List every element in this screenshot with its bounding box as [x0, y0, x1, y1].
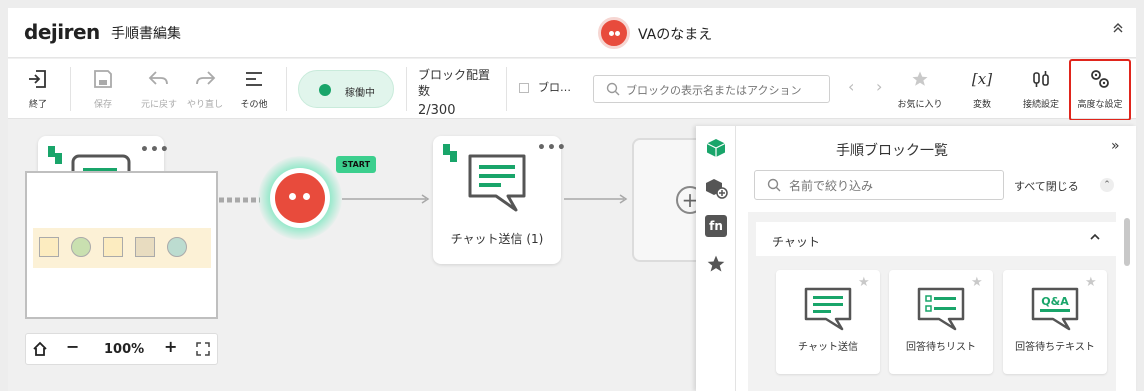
- favorites-button[interactable]: お気に入り: [895, 67, 945, 110]
- category-header[interactable]: チャット: [756, 222, 1116, 256]
- tab-custom-blocks[interactable]: [696, 170, 736, 206]
- category-label: チャット: [772, 235, 820, 249]
- prev-arrow-icon[interactable]: ‹: [848, 77, 854, 96]
- collapse-panel-icon[interactable]: »: [1111, 138, 1120, 154]
- chat-bubble-icon: [804, 287, 852, 331]
- block-card-chat-send[interactable]: ★ チャット送信: [776, 270, 880, 374]
- node-menu-icon[interactable]: •••: [537, 140, 567, 156]
- svg-text:Q&A: Q&A: [1041, 295, 1069, 308]
- save-icon: [83, 67, 123, 91]
- search-icon: [606, 82, 620, 96]
- exit-icon: [18, 67, 58, 91]
- block-search-input[interactable]: [626, 80, 826, 100]
- toolbar: 終了 保存 元に戻す やり直し その他 稼働中 ブロック配置数 2/300 ブロ…: [8, 59, 1136, 121]
- favorite-star-icon[interactable]: ★: [971, 275, 983, 290]
- undo-button[interactable]: 元に戻す: [139, 67, 179, 110]
- divider: [70, 67, 71, 111]
- tab-functions[interactable]: fn: [696, 208, 736, 244]
- chevron-up-icon[interactable]: ⌃: [1100, 178, 1114, 192]
- block-label: チャット送信: [798, 342, 858, 353]
- variables-label: 変数: [972, 100, 991, 110]
- redo-button[interactable]: やり直し: [185, 67, 225, 110]
- tab-blocks[interactable]: [696, 130, 736, 166]
- exit-button[interactable]: 終了: [18, 67, 58, 110]
- start-tag: START: [336, 156, 377, 173]
- block-search-field[interactable]: [593, 75, 830, 103]
- favorite-star-icon[interactable]: ★: [858, 275, 870, 290]
- block-count-label: ブロック配置数: [418, 68, 491, 98]
- panel-search-input[interactable]: [789, 176, 989, 196]
- star-icon: [895, 67, 945, 91]
- block-count-value: 2/300: [418, 103, 456, 118]
- filter-checkbox-label: ブロ…: [538, 81, 571, 94]
- block-label: 回答待ちリスト: [906, 342, 976, 353]
- block-card-answer-text[interactable]: ★ Q&A 回答待ちテキスト: [1003, 270, 1107, 374]
- tab-favorites[interactable]: [696, 246, 736, 282]
- favorites-label: お気に入り: [897, 100, 943, 110]
- redo-icon: [185, 67, 225, 91]
- highlight-frame: [1069, 59, 1131, 121]
- cube-plus-icon: [706, 179, 728, 199]
- dejiren-logo-icon: [443, 144, 457, 162]
- block-panel: fn 手順ブロック一覧 » すべて閉じる ⌃ チャット ★ チャット送: [696, 126, 1136, 391]
- star-icon: [707, 255, 725, 272]
- more-button[interactable]: その他: [234, 67, 274, 110]
- block-label: 回答待ちテキスト: [1015, 342, 1095, 353]
- function-icon: fn: [705, 215, 727, 237]
- header: dejiren 手順書編集 VAのなまえ: [8, 8, 1136, 58]
- collapse-header-button[interactable]: [1112, 22, 1124, 38]
- va-avatar: [598, 17, 630, 49]
- page-title: 手順書編集: [111, 26, 181, 42]
- logo: dejiren: [24, 20, 100, 44]
- status-dot-icon: [319, 84, 331, 96]
- block-card-answer-list[interactable]: ★ 回答待ちリスト: [889, 270, 993, 374]
- favorite-star-icon[interactable]: ★: [1085, 275, 1097, 290]
- chevron-up-icon[interactable]: [1090, 230, 1100, 244]
- plug-icon: [1018, 67, 1064, 91]
- undo-label: 元に戻す: [140, 100, 177, 110]
- connection-label: 接続設定: [1022, 100, 1059, 110]
- save-label: 保存: [93, 100, 112, 110]
- cube-icon: [706, 139, 726, 157]
- chat-bubble-icon: [468, 154, 526, 212]
- search-icon: [767, 178, 781, 192]
- collapse-all-button[interactable]: すべて閉じる: [1014, 178, 1079, 194]
- va-name: VAのなまえ: [638, 27, 713, 43]
- variable-icon: [𝑥]: [971, 70, 993, 88]
- add-node-placeholder[interactable]: +: [632, 138, 704, 262]
- undo-icon: [139, 67, 179, 91]
- chat-send-node[interactable]: ••• チャット送信 (1): [433, 136, 566, 264]
- save-button[interactable]: 保存: [83, 67, 123, 110]
- checklist-bubble-icon: [917, 287, 965, 331]
- next-arrow-icon[interactable]: ›: [876, 77, 882, 96]
- va-face-icon: [275, 173, 325, 223]
- redo-label: やり直し: [186, 100, 223, 110]
- category-area: チャット ★ チャット送信 ★ 回答待ちリスト ★ Q&A 回答待ちテキスト: [748, 212, 1116, 391]
- status-toggle[interactable]: 稼働中: [298, 70, 394, 108]
- connection-settings-button[interactable]: 接続設定: [1018, 67, 1064, 110]
- panel-tabs: fn: [696, 126, 736, 391]
- more-label: その他: [240, 100, 268, 110]
- divider: [406, 67, 407, 111]
- variables-button[interactable]: [𝑥] 変数: [962, 67, 1002, 110]
- divider: [506, 67, 507, 111]
- status-label: 稼働中: [345, 88, 375, 99]
- panel-search-field[interactable]: [754, 170, 1004, 200]
- chat-node-label: チャット送信 (1): [450, 232, 544, 246]
- exit-label: 終了: [28, 100, 47, 110]
- menu-icon: [234, 67, 274, 91]
- panel-title: 手順ブロック一覧: [836, 143, 948, 159]
- filter-checkbox[interactable]: [519, 83, 529, 93]
- qa-bubble-icon: Q&A: [1031, 287, 1079, 331]
- panel-scrollbar[interactable]: [1124, 218, 1130, 266]
- app-window: dejiren 手順書編集 VAのなまえ 終了 保存 元に戻す やり直し その他…: [8, 8, 1136, 391]
- divider: [286, 67, 287, 111]
